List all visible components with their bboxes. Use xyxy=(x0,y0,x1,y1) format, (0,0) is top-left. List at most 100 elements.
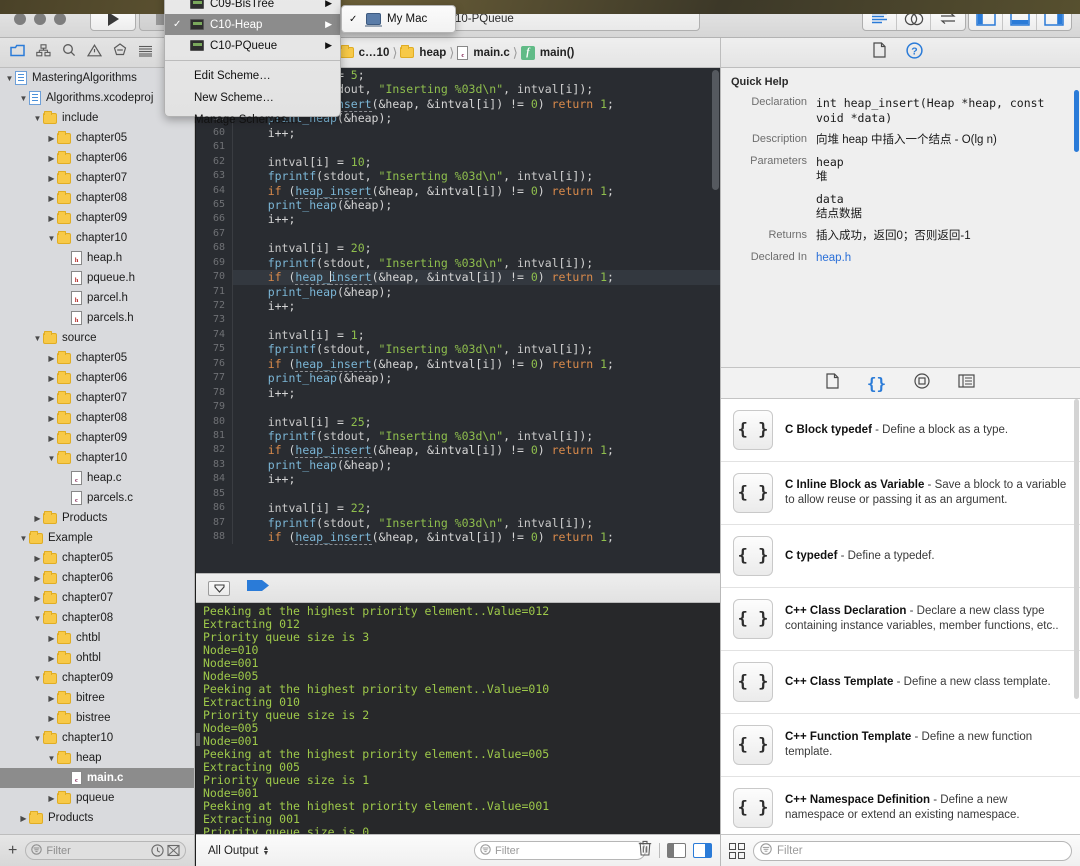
breadcrumb-item-4[interactable]: c main.c xyxy=(457,45,510,60)
disclosure-closed-icon[interactable]: ▶ xyxy=(46,434,57,443)
disclosure-open-icon[interactable]: ▼ xyxy=(32,674,43,683)
output-scope-selector[interactable]: All Output ▲ ▼ xyxy=(208,845,269,857)
disclosure-closed-icon[interactable]: ▶ xyxy=(46,154,57,163)
editor-scrollbar[interactable] xyxy=(712,70,719,190)
code-line[interactable]: fprintf(stdout, "Inserting %03d\n", intv… xyxy=(233,342,720,356)
hide-debug-area-button[interactable] xyxy=(208,580,230,596)
symbol-navigator-icon[interactable] xyxy=(36,43,51,62)
tree-row[interactable]: ▶ chapter08 xyxy=(0,408,194,428)
tree-row[interactable]: ▼ chapter10 xyxy=(0,448,194,468)
disclosure-closed-icon[interactable]: ▶ xyxy=(46,134,57,143)
tree-row[interactable]: ·h heap.h xyxy=(0,248,194,268)
declared-in-link[interactable]: heap.h xyxy=(816,251,1070,266)
snippet-list-scrollbar[interactable] xyxy=(1074,399,1079,699)
file-inspector-icon[interactable] xyxy=(873,42,886,63)
tree-row[interactable]: ▶ chapter08 xyxy=(0,188,194,208)
disclosure-open-icon[interactable]: ▼ xyxy=(32,734,43,743)
disclosure-closed-icon[interactable]: ▶ xyxy=(46,694,57,703)
zoom-button[interactable] xyxy=(54,13,66,25)
tree-row[interactable]: ▼ Example xyxy=(0,528,194,548)
tree-row[interactable]: ▶ chapter07 xyxy=(0,588,194,608)
code-line[interactable]: print_heap(&heap); xyxy=(233,285,720,299)
tree-row[interactable]: ▼ heap xyxy=(0,748,194,768)
tree-row[interactable]: ▶ Products xyxy=(0,808,194,828)
code-lines[interactable]: intval[i] = 5; fprintf(stdout, "Insertin… xyxy=(233,68,720,545)
code-line[interactable]: i++; xyxy=(233,299,720,313)
disclosure-open-icon[interactable]: ▼ xyxy=(46,754,57,763)
snippet-list-item[interactable]: { } C++ Class Declaration - Declare a new… xyxy=(721,588,1080,651)
tree-row[interactable]: ▶ chapter05 xyxy=(0,548,194,568)
disclosure-open-icon[interactable]: ▼ xyxy=(32,334,43,343)
disclosure-open-icon[interactable]: ▼ xyxy=(46,234,57,243)
tree-row[interactable]: ▶ bistree xyxy=(0,708,194,728)
code-line[interactable]: print_heap(&heap); xyxy=(233,198,720,212)
code-line[interactable]: if (heap_insert(&heap, &intval[i]) != 0)… xyxy=(233,530,720,545)
tree-row[interactable]: ·h pqueue.h xyxy=(0,268,194,288)
file-template-library-icon[interactable] xyxy=(826,372,839,394)
navigator-filter-input[interactable]: Filter xyxy=(25,841,186,860)
code-line[interactable]: if (heap_insert(&heap, &intval[i]) != 0)… xyxy=(233,443,720,459)
code-line[interactable] xyxy=(233,227,720,241)
code-line[interactable]: i++; xyxy=(233,472,720,486)
code-snippet-library-icon[interactable]: {} xyxy=(867,374,886,393)
issue-navigator-icon[interactable] xyxy=(86,43,103,62)
tree-row[interactable]: ▶ chapter07 xyxy=(0,168,194,188)
snippet-list-item[interactable]: { } C++ Namespace Definition - Define a n… xyxy=(721,777,1080,834)
debug-console[interactable]: Peeking at the highest priority element.… xyxy=(196,603,720,834)
code-line[interactable] xyxy=(233,313,720,327)
project-navigator[interactable]: ▼ MasteringAlgorithms ▼ Algorithms.xcodepro… xyxy=(0,68,195,834)
code-line[interactable] xyxy=(233,140,720,154)
media-library-icon[interactable] xyxy=(958,373,975,393)
disclosure-closed-icon[interactable]: ▶ xyxy=(46,634,57,643)
disclosure-closed-icon[interactable]: ▶ xyxy=(46,794,57,803)
tree-row[interactable]: ·h parcel.h xyxy=(0,288,194,308)
show-variables-view-button[interactable] xyxy=(667,843,686,858)
close-button[interactable] xyxy=(14,13,26,25)
disclosure-open-icon[interactable]: ▼ xyxy=(46,454,57,463)
code-line[interactable]: fprintf(stdout, "Inserting %03d\n", intv… xyxy=(233,516,720,530)
snippet-list-item[interactable]: { } C typedef - Define a typedef. xyxy=(721,525,1080,588)
console-filter-input[interactable]: Filter xyxy=(474,841,646,860)
tree-row[interactable]: ▶ chapter09 xyxy=(0,208,194,228)
destination-submenu[interactable]: ✓ My Mac xyxy=(341,5,456,33)
tree-row[interactable]: ▶ chapter07 xyxy=(0,388,194,408)
minimize-button[interactable] xyxy=(34,13,46,25)
code-line[interactable]: fprintf(stdout, "Inserting %03d\n", intv… xyxy=(233,429,720,443)
library-tab-bar[interactable]: {} xyxy=(721,368,1080,399)
activate-console-button[interactable] xyxy=(246,579,270,597)
tree-row[interactable]: ▼ chapter08 xyxy=(0,608,194,628)
tree-row[interactable]: ▶ chapter06 xyxy=(0,368,194,388)
tree-row[interactable]: ▼ source xyxy=(0,328,194,348)
trash-icon[interactable] xyxy=(638,840,652,861)
code-line[interactable]: print_heap(&heap); xyxy=(233,458,720,472)
tree-row[interactable]: ▶ chapter09 xyxy=(0,428,194,448)
console-scrollbar[interactable] xyxy=(196,733,200,746)
disclosure-closed-icon[interactable]: ▶ xyxy=(46,374,57,383)
code-line[interactable]: if (heap_insert(&heap, &intval[i]) != 0)… xyxy=(233,270,720,286)
tree-row[interactable]: ▼ chapter10 xyxy=(0,228,194,248)
quick-help-scrollbar[interactable] xyxy=(1074,90,1079,152)
code-line[interactable]: intval[i] = 22; xyxy=(233,501,720,515)
tree-row[interactable]: ▶ chapter05 xyxy=(0,128,194,148)
tree-row[interactable]: ▶ chapter05 xyxy=(0,348,194,368)
tree-row[interactable]: ▶ chtbl xyxy=(0,628,194,648)
disclosure-closed-icon[interactable]: ▶ xyxy=(46,214,57,223)
disclosure-closed-icon[interactable]: ▶ xyxy=(46,714,57,723)
disclosure-closed-icon[interactable]: ▶ xyxy=(32,554,43,563)
object-library-icon[interactable] xyxy=(914,372,930,394)
code-line[interactable]: intval[i] = 25; xyxy=(233,415,720,429)
code-line[interactable]: intval[i] = 1; xyxy=(233,328,720,342)
code-line[interactable]: print_heap(&heap); xyxy=(233,371,720,385)
show-console-view-button[interactable] xyxy=(693,843,712,858)
tree-row[interactable]: ▶ ohtbl xyxy=(0,648,194,668)
scheme-menu-item[interactable]: ✓ C10-Heap ▶ xyxy=(165,14,340,35)
disclosure-closed-icon[interactable]: ▶ xyxy=(46,414,57,423)
code-line[interactable]: intval[i] = 10; xyxy=(233,155,720,169)
code-line[interactable] xyxy=(233,400,720,414)
code-line[interactable] xyxy=(233,487,720,501)
scheme-dropdown-menu[interactable]: C09-BisTree ▶ ✓ C10-Heap ▶ C10-PQueue ▶ Edit S… xyxy=(164,0,341,126)
snippet-list-item[interactable]: { } C Inline Block as Variable - Save a b… xyxy=(721,462,1080,525)
test-navigator-icon[interactable] xyxy=(113,43,127,62)
tree-row[interactable]: ▼ chapter10 xyxy=(0,728,194,748)
breadcrumb-item-3[interactable]: heap xyxy=(400,45,446,59)
